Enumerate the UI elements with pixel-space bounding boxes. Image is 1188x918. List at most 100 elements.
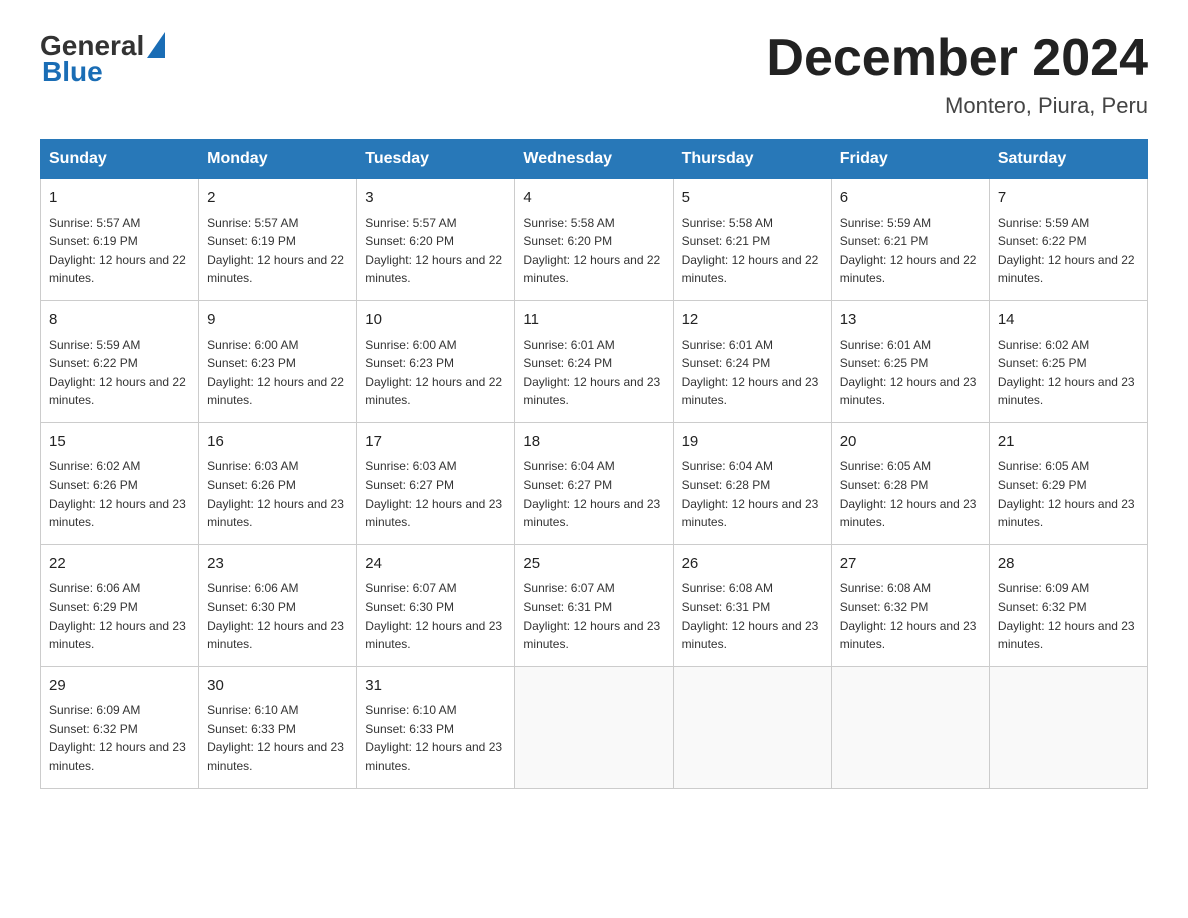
- calendar-cell: 17 Sunrise: 6:03 AMSunset: 6:27 PMDayligh…: [357, 422, 515, 544]
- calendar-cell: 30 Sunrise: 6:10 AMSunset: 6:33 PMDayligh…: [199, 666, 357, 788]
- day-info: Sunrise: 6:08 AMSunset: 6:31 PMDaylight:…: [682, 579, 823, 653]
- weekday-header-monday: Monday: [199, 140, 357, 179]
- day-number: 22: [49, 553, 190, 576]
- day-info: Sunrise: 5:57 AMSunset: 6:20 PMDaylight:…: [365, 214, 506, 288]
- calendar-cell: 21 Sunrise: 6:05 AMSunset: 6:29 PMDayligh…: [989, 422, 1147, 544]
- day-info: Sunrise: 5:58 AMSunset: 6:21 PMDaylight:…: [682, 214, 823, 288]
- calendar-cell: 6Sunrise: 5:59 AMSunset: 6:21 PMDaylight…: [831, 179, 989, 301]
- calendar-table: SundayMondayTuesdayWednesdayThursdayFrid…: [40, 139, 1148, 788]
- day-info: Sunrise: 6:01 AMSunset: 6:24 PMDaylight:…: [682, 336, 823, 410]
- calendar-week-row: 29Sunrise: 6:09 AMSunset: 6:32 PMDayligh…: [41, 666, 1148, 788]
- calendar-cell: 4 Sunrise: 5:58 AMSunset: 6:20 PMDaylight…: [515, 179, 673, 301]
- day-number: 3: [365, 187, 506, 210]
- day-number: 4: [523, 187, 664, 210]
- month-title: December 2024: [766, 30, 1148, 87]
- day-info: Sunrise: 6:01 AMSunset: 6:24 PMDaylight:…: [523, 336, 664, 410]
- calendar-cell: 13Sunrise: 6:01 AMSunset: 6:25 PMDayligh…: [831, 301, 989, 423]
- day-number: 18: [523, 431, 664, 454]
- day-info: Sunrise: 6:06 AMSunset: 6:29 PMDaylight:…: [49, 579, 190, 653]
- calendar-cell: 19 Sunrise: 6:04 AMSunset: 6:28 PMDayligh…: [673, 422, 831, 544]
- calendar-cell: 15 Sunrise: 6:02 AMSunset: 6:26 PMDayligh…: [41, 422, 199, 544]
- calendar-cell: 14Sunrise: 6:02 AMSunset: 6:25 PMDayligh…: [989, 301, 1147, 423]
- day-number: 21: [998, 431, 1139, 454]
- calendar-cell: [673, 666, 831, 788]
- day-info: Sunrise: 6:05 AMSunset: 6:28 PMDaylight:…: [840, 457, 981, 531]
- day-number: 31: [365, 675, 506, 698]
- weekday-header-wednesday: Wednesday: [515, 140, 673, 179]
- day-info: Sunrise: 6:10 AMSunset: 6:33 PMDaylight:…: [365, 701, 506, 775]
- day-number: 19: [682, 431, 823, 454]
- weekday-header-thursday: Thursday: [673, 140, 831, 179]
- day-number: 28: [998, 553, 1139, 576]
- calendar-cell: 23 Sunrise: 6:06 AMSunset: 6:30 PMDayligh…: [199, 544, 357, 666]
- day-number: 24: [365, 553, 506, 576]
- day-info: Sunrise: 6:10 AMSunset: 6:33 PMDaylight:…: [207, 701, 348, 775]
- day-info: Sunrise: 5:59 AMSunset: 6:22 PMDaylight:…: [49, 336, 190, 410]
- day-info: Sunrise: 6:04 AMSunset: 6:27 PMDaylight:…: [523, 457, 664, 531]
- calendar-cell: 26 Sunrise: 6:08 AMSunset: 6:31 PMDayligh…: [673, 544, 831, 666]
- day-number: 17: [365, 431, 506, 454]
- day-info: Sunrise: 6:01 AMSunset: 6:25 PMDaylight:…: [840, 336, 981, 410]
- logo: General Blue: [40, 30, 165, 88]
- day-number: 30: [207, 675, 348, 698]
- calendar-cell: [831, 666, 989, 788]
- day-number: 7: [998, 187, 1139, 210]
- day-number: 1: [49, 187, 190, 210]
- calendar-cell: [989, 666, 1147, 788]
- calendar-cell: 24 Sunrise: 6:07 AMSunset: 6:30 PMDayligh…: [357, 544, 515, 666]
- day-info: Sunrise: 5:58 AMSunset: 6:20 PMDaylight:…: [523, 214, 664, 288]
- calendar-cell: 9Sunrise: 6:00 AMSunset: 6:23 PMDaylight…: [199, 301, 357, 423]
- calendar-cell: 11 Sunrise: 6:01 AMSunset: 6:24 PMDayligh…: [515, 301, 673, 423]
- day-number: 27: [840, 553, 981, 576]
- calendar-cell: 29Sunrise: 6:09 AMSunset: 6:32 PMDayligh…: [41, 666, 199, 788]
- calendar-cell: 27Sunrise: 6:08 AMSunset: 6:32 PMDayligh…: [831, 544, 989, 666]
- day-number: 12: [682, 309, 823, 332]
- day-number: 14: [998, 309, 1139, 332]
- day-number: 20: [840, 431, 981, 454]
- day-info: Sunrise: 6:07 AMSunset: 6:30 PMDaylight:…: [365, 579, 506, 653]
- day-number: 8: [49, 309, 190, 332]
- day-number: 29: [49, 675, 190, 698]
- calendar-cell: 5 Sunrise: 5:58 AMSunset: 6:21 PMDaylight…: [673, 179, 831, 301]
- calendar-cell: 22 Sunrise: 6:06 AMSunset: 6:29 PMDayligh…: [41, 544, 199, 666]
- day-number: 9: [207, 309, 348, 332]
- calendar-cell: 25 Sunrise: 6:07 AMSunset: 6:31 PMDayligh…: [515, 544, 673, 666]
- location-title: Montero, Piura, Peru: [766, 93, 1148, 119]
- weekday-header-tuesday: Tuesday: [357, 140, 515, 179]
- weekday-header-friday: Friday: [831, 140, 989, 179]
- day-info: Sunrise: 6:00 AMSunset: 6:23 PMDaylight:…: [365, 336, 506, 410]
- day-number: 15: [49, 431, 190, 454]
- calendar-cell: 3 Sunrise: 5:57 AMSunset: 6:20 PMDaylight…: [357, 179, 515, 301]
- calendar-cell: 1Sunrise: 5:57 AMSunset: 6:19 PMDaylight…: [41, 179, 199, 301]
- calendar-cell: 16 Sunrise: 6:03 AMSunset: 6:26 PMDayligh…: [199, 422, 357, 544]
- day-info: Sunrise: 6:03 AMSunset: 6:27 PMDaylight:…: [365, 457, 506, 531]
- day-number: 26: [682, 553, 823, 576]
- day-number: 5: [682, 187, 823, 210]
- day-number: 10: [365, 309, 506, 332]
- day-info: Sunrise: 6:07 AMSunset: 6:31 PMDaylight:…: [523, 579, 664, 653]
- day-number: 16: [207, 431, 348, 454]
- day-info: Sunrise: 5:57 AMSunset: 6:19 PMDaylight:…: [207, 214, 348, 288]
- weekday-header-saturday: Saturday: [989, 140, 1147, 179]
- weekday-header-sunday: Sunday: [41, 140, 199, 179]
- day-number: 23: [207, 553, 348, 576]
- day-info: Sunrise: 6:04 AMSunset: 6:28 PMDaylight:…: [682, 457, 823, 531]
- day-info: Sunrise: 6:05 AMSunset: 6:29 PMDaylight:…: [998, 457, 1139, 531]
- day-number: 11: [523, 309, 664, 332]
- day-info: Sunrise: 6:03 AMSunset: 6:26 PMDaylight:…: [207, 457, 348, 531]
- calendar-cell: 28Sunrise: 6:09 AMSunset: 6:32 PMDayligh…: [989, 544, 1147, 666]
- title-block: December 2024 Montero, Piura, Peru: [766, 30, 1148, 119]
- day-info: Sunrise: 6:06 AMSunset: 6:30 PMDaylight:…: [207, 579, 348, 653]
- day-number: 2: [207, 187, 348, 210]
- day-info: Sunrise: 5:59 AMSunset: 6:22 PMDaylight:…: [998, 214, 1139, 288]
- weekday-header-row: SundayMondayTuesdayWednesdayThursdayFrid…: [41, 140, 1148, 179]
- calendar-cell: 12 Sunrise: 6:01 AMSunset: 6:24 PMDayligh…: [673, 301, 831, 423]
- day-info: Sunrise: 6:02 AMSunset: 6:26 PMDaylight:…: [49, 457, 190, 531]
- calendar-week-row: 1 Sunrise: 5:57 AMSunset: 6:19 PMDaylight…: [41, 179, 1148, 301]
- calendar-cell: 31 Sunrise: 6:10 AMSunset: 6:33 PMDayligh…: [357, 666, 515, 788]
- day-number: 25: [523, 553, 664, 576]
- logo-triangle-icon: [147, 32, 165, 58]
- calendar-week-row: 8 Sunrise: 5:59 AMSunset: 6:22 PMDaylight…: [41, 301, 1148, 423]
- calendar-cell: 18 Sunrise: 6:04 AMSunset: 6:27 PMDayligh…: [515, 422, 673, 544]
- calendar-week-row: 22 Sunrise: 6:06 AMSunset: 6:29 PMDayligh…: [41, 544, 1148, 666]
